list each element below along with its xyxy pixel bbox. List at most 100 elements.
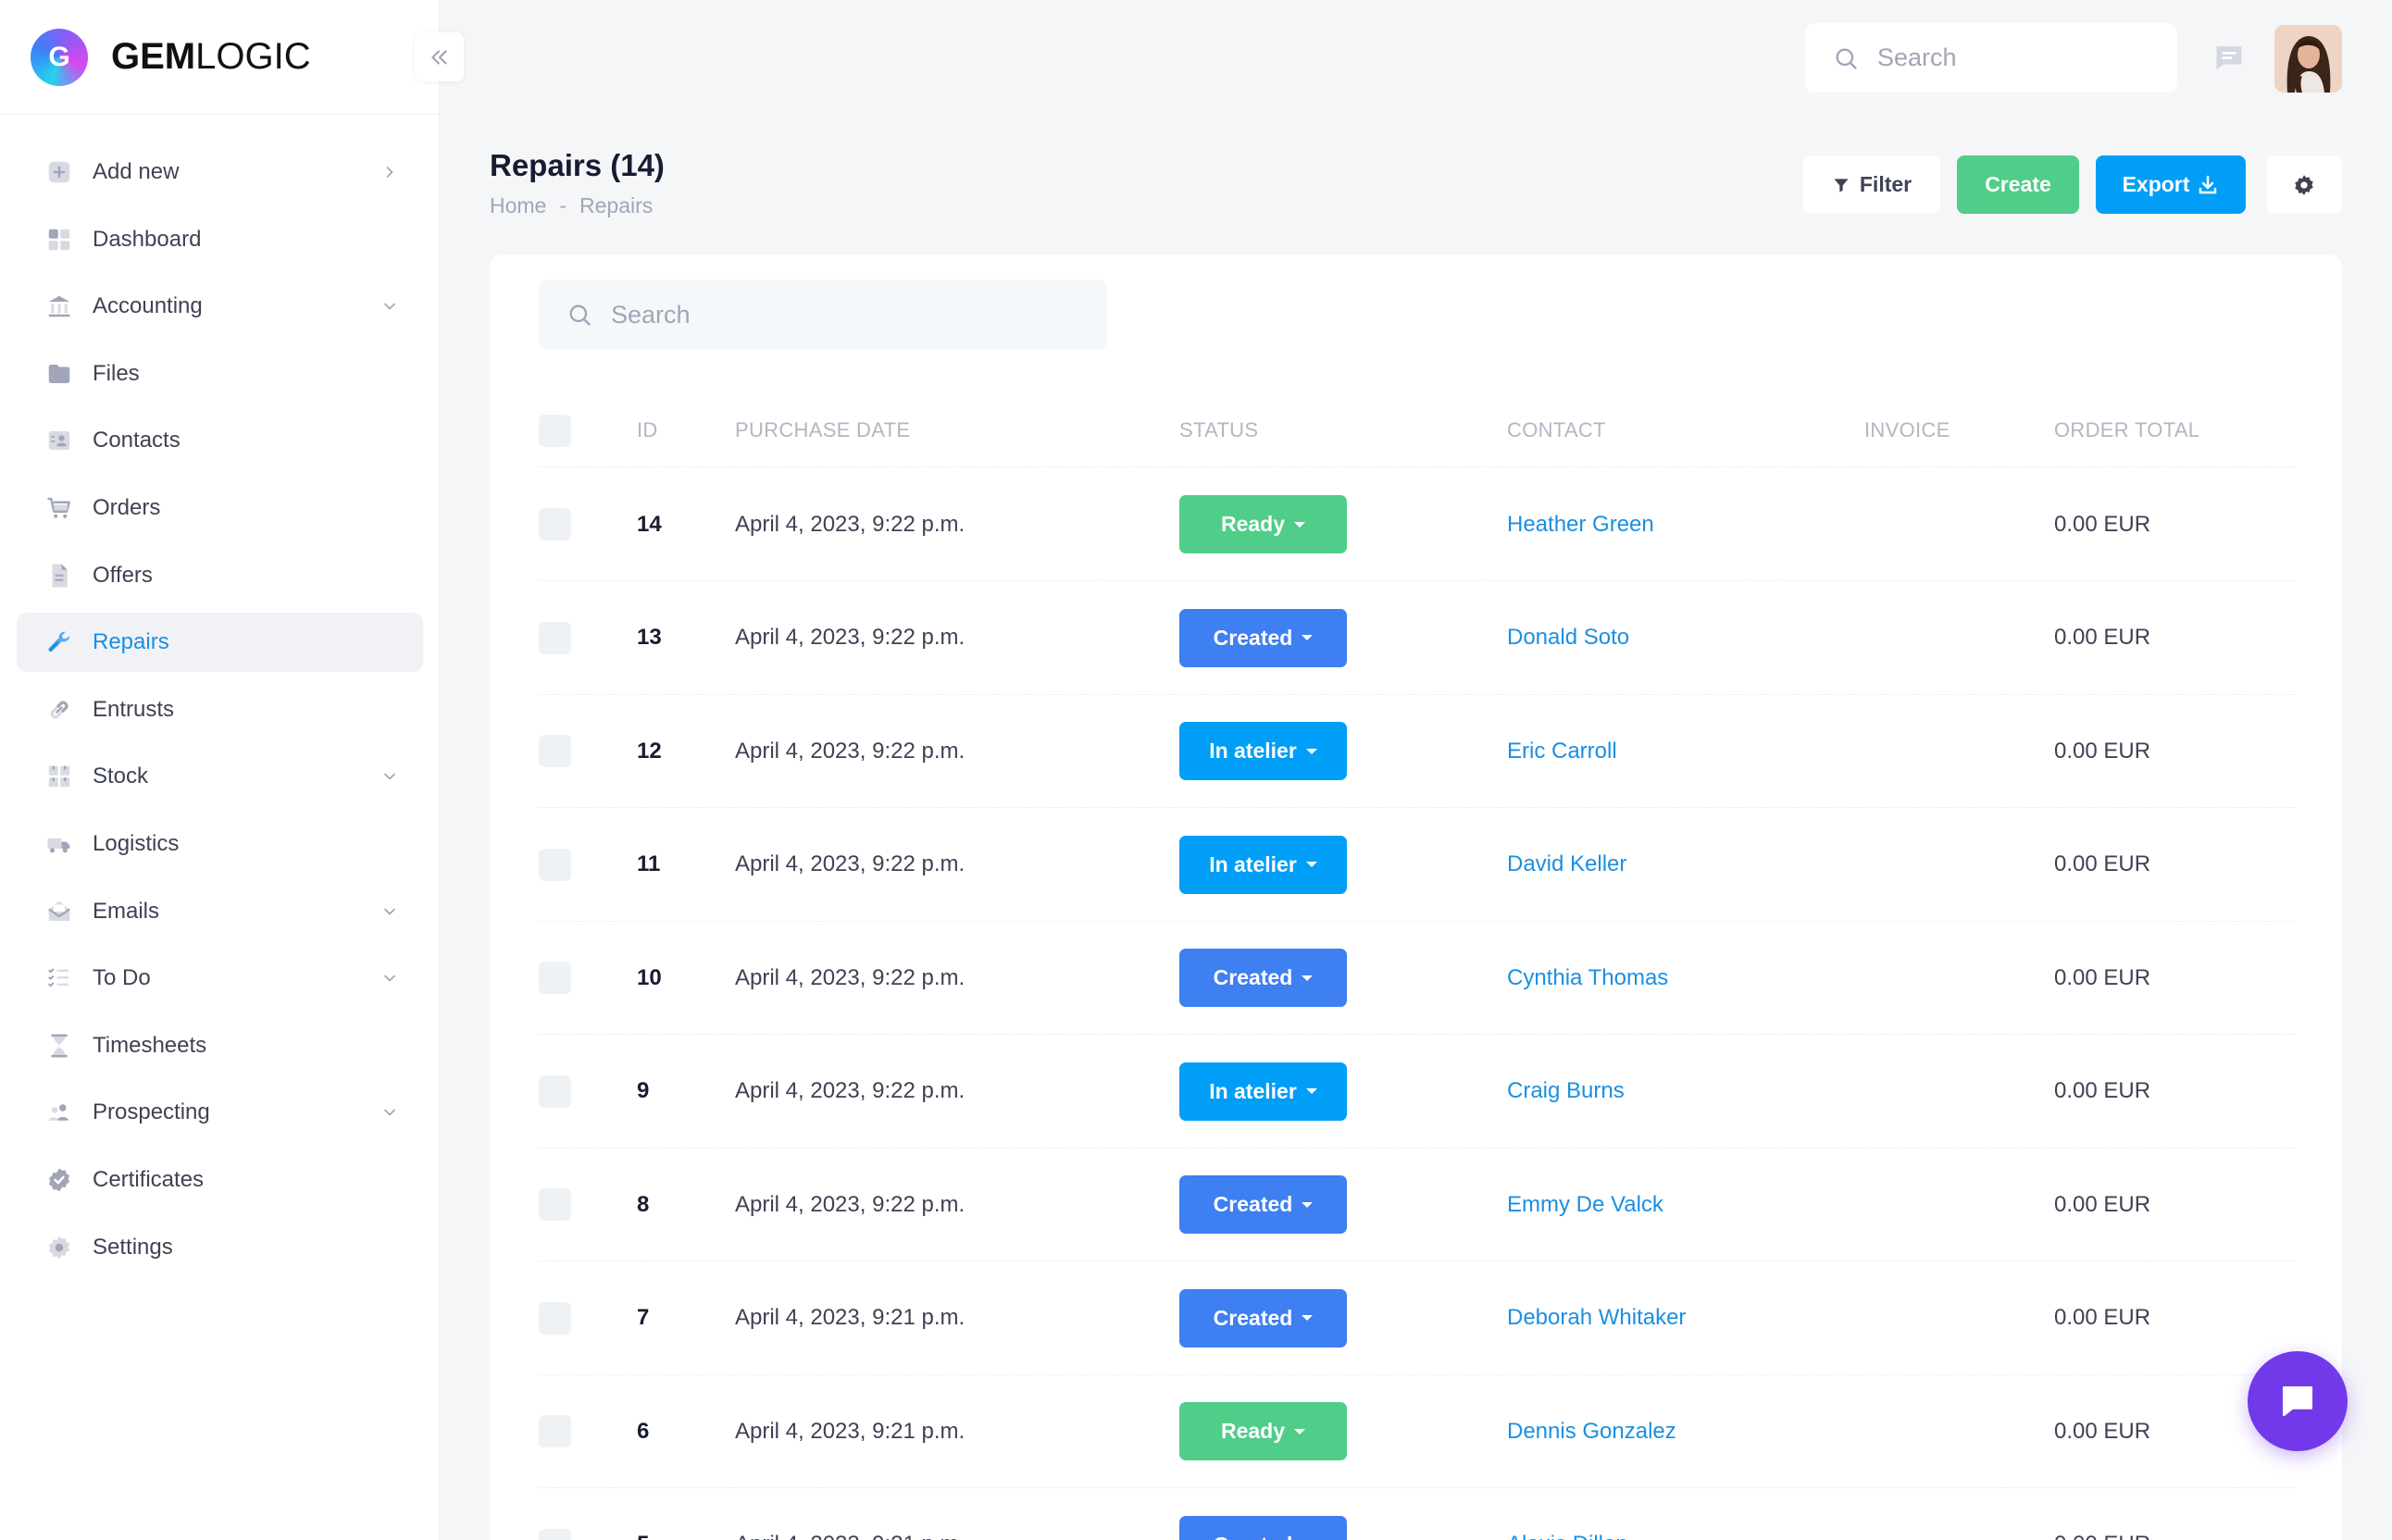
row-checkbox[interactable] bbox=[539, 1415, 571, 1447]
plus-square-icon bbox=[44, 157, 74, 187]
status-dropdown[interactable]: In atelier bbox=[1179, 1062, 1347, 1121]
collapse-sidebar-button[interactable] bbox=[415, 32, 464, 81]
chat-button[interactable] bbox=[2248, 1351, 2348, 1451]
contact-link[interactable]: Emmy De Valck bbox=[1507, 1148, 1663, 1261]
user-avatar[interactable] bbox=[2274, 25, 2342, 93]
sidebar-item-contacts[interactable]: Contacts bbox=[17, 411, 423, 470]
table-row[interactable]: 13 April 4, 2023, 9:22 p.m. Created Donald … bbox=[539, 581, 2295, 695]
contact-link[interactable]: Cynthia Thomas bbox=[1507, 921, 1668, 1035]
purchase-date: April 4, 2023, 9:22 p.m. bbox=[735, 511, 966, 537]
sidebar-item-to-do[interactable]: To Do bbox=[17, 949, 423, 1008]
status-dropdown[interactable]: In atelier bbox=[1179, 835, 1347, 894]
column-invoice[interactable]: INVOICE bbox=[1864, 393, 1950, 467]
row-checkbox[interactable] bbox=[539, 735, 571, 767]
sidebar-item-label: Certificates bbox=[93, 1166, 205, 1192]
sidebar-item-stock[interactable]: Stock bbox=[17, 747, 423, 806]
table-row[interactable]: 7 April 4, 2023, 9:21 p.m. Created Deborah … bbox=[539, 1261, 2295, 1375]
row-checkbox[interactable] bbox=[539, 508, 571, 540]
breadcrumb-separator: - bbox=[559, 193, 567, 217]
chevron-down-icon[interactable] bbox=[377, 293, 403, 319]
create-button[interactable]: Create bbox=[1957, 155, 2079, 214]
chevron-down-icon[interactable] bbox=[377, 965, 403, 991]
row-checkbox[interactable] bbox=[539, 1074, 571, 1108]
export-label: Export bbox=[2122, 172, 2190, 196]
column-purchase-date[interactable]: PURCHASE DATE bbox=[735, 393, 910, 467]
sidebar-item-offers[interactable]: Offers bbox=[17, 546, 423, 605]
status-dropdown[interactable]: Ready bbox=[1179, 495, 1347, 553]
sidebar-item-files[interactable]: Files bbox=[17, 344, 423, 404]
messages-button[interactable] bbox=[2212, 41, 2246, 74]
sidebar-item-dashboard[interactable]: Dashboard bbox=[17, 210, 423, 269]
sidebar-item-prospecting[interactable]: Prospecting bbox=[17, 1083, 423, 1142]
sidebar-item-emails[interactable]: Emails bbox=[17, 882, 423, 941]
purchase-date: April 4, 2023, 9:22 p.m. bbox=[735, 1191, 966, 1217]
row-checkbox[interactable] bbox=[539, 1188, 571, 1221]
chevron-down-icon[interactable] bbox=[377, 899, 403, 925]
chevron-right-icon[interactable] bbox=[377, 159, 403, 185]
global-search-input[interactable]: Search bbox=[1805, 23, 2177, 93]
document-icon bbox=[44, 561, 74, 590]
contact-link[interactable]: Dennis Gonzalez bbox=[1507, 1374, 1676, 1488]
sidebar-item-add-new[interactable]: Add new bbox=[17, 143, 423, 202]
gear-icon bbox=[44, 1233, 74, 1262]
table-row[interactable]: 10 April 4, 2023, 9:22 p.m. Created Cynthia… bbox=[539, 921, 2295, 1035]
brand[interactable]: G GEMLOGIC bbox=[0, 0, 439, 115]
select-all-checkbox[interactable] bbox=[539, 414, 571, 447]
contact-link[interactable]: Alexis Dillon bbox=[1507, 1488, 1628, 1540]
caret-down-icon bbox=[1302, 635, 1314, 640]
contact-link[interactable]: David Keller bbox=[1507, 808, 1626, 922]
table-row[interactable]: 5 April 4, 2023, 9:21 p.m. Created Alexis D… bbox=[539, 1488, 2295, 1540]
status-dropdown[interactable]: Created bbox=[1179, 1288, 1347, 1348]
row-checkbox[interactable] bbox=[539, 962, 571, 994]
table-row[interactable]: 9 April 4, 2023, 9:22 p.m. In atelier Craig… bbox=[539, 1035, 2295, 1149]
status-dropdown[interactable]: Created bbox=[1179, 1515, 1347, 1540]
table-row[interactable]: 11 April 4, 2023, 9:22 p.m. In atelier Davi… bbox=[539, 808, 2295, 922]
sidebar-item-accounting[interactable]: Accounting bbox=[17, 277, 423, 336]
sidebar-item-label: Settings bbox=[93, 1234, 173, 1260]
sidebar-item-entrusts[interactable]: Entrusts bbox=[17, 680, 423, 739]
search-icon bbox=[1836, 48, 1857, 69]
table-row[interactable]: 6 April 4, 2023, 9:21 p.m. Ready Dennis Gon… bbox=[539, 1374, 2295, 1488]
status-dropdown[interactable]: Created bbox=[1179, 608, 1347, 667]
column-status[interactable]: STATUS bbox=[1179, 393, 1258, 467]
sidebar-item-repairs[interactable]: Repairs bbox=[17, 613, 423, 673]
status-dropdown[interactable]: Created bbox=[1179, 1175, 1347, 1234]
sidebar-item-label: Emails bbox=[93, 898, 160, 924]
contact-link[interactable]: Craig Burns bbox=[1507, 1035, 1625, 1149]
sidebar-item-settings[interactable]: Settings bbox=[17, 1218, 423, 1277]
row-checkbox[interactable] bbox=[539, 1528, 571, 1540]
table-row[interactable]: 14 April 4, 2023, 9:22 p.m. Ready Heather G… bbox=[539, 467, 2295, 581]
export-button[interactable]: Export bbox=[2096, 155, 2246, 214]
settings-button[interactable] bbox=[2266, 155, 2342, 214]
sidebar-item-orders[interactable]: Orders bbox=[17, 478, 423, 538]
row-checkbox[interactable] bbox=[539, 848, 571, 881]
contact-link[interactable]: Deborah Whitaker bbox=[1507, 1261, 1686, 1375]
chevron-down-icon[interactable] bbox=[377, 764, 403, 789]
sidebar-item-label: Contacts bbox=[93, 428, 181, 453]
breadcrumb-home[interactable]: Home bbox=[490, 193, 546, 218]
status-dropdown[interactable]: Created bbox=[1179, 949, 1347, 1007]
contact-link[interactable]: Donald Soto bbox=[1507, 581, 1629, 695]
sidebar-item-timesheets[interactable]: Timesheets bbox=[17, 1016, 423, 1075]
checklist-icon bbox=[44, 963, 74, 993]
caret-down-icon bbox=[1305, 1088, 1317, 1094]
status-dropdown[interactable]: Ready bbox=[1179, 1402, 1347, 1460]
purchase-date: April 4, 2023, 9:22 p.m. bbox=[735, 738, 966, 764]
column-id[interactable]: ID bbox=[637, 393, 658, 467]
badge-check-icon bbox=[44, 1165, 74, 1195]
table-row[interactable]: 12 April 4, 2023, 9:22 p.m. In atelier Eric… bbox=[539, 694, 2295, 808]
column-order-total[interactable]: ORDER TOTAL bbox=[2054, 393, 2199, 467]
status-dropdown[interactable]: In atelier bbox=[1179, 722, 1347, 780]
contact-link[interactable]: Heather Green bbox=[1507, 467, 1654, 581]
column-contact[interactable]: CONTACT bbox=[1507, 393, 1606, 467]
table-search-input[interactable]: Search bbox=[539, 279, 1107, 350]
table-row[interactable]: 8 April 4, 2023, 9:22 p.m. Created Emmy De … bbox=[539, 1148, 2295, 1261]
row-checkbox[interactable] bbox=[539, 621, 571, 654]
sidebar-item-certificates[interactable]: Certificates bbox=[17, 1150, 423, 1210]
filter-button[interactable]: Filter bbox=[1803, 155, 1940, 214]
row-checkbox[interactable] bbox=[539, 1301, 571, 1335]
chevron-down-icon[interactable] bbox=[377, 1099, 403, 1125]
double-chevron-left-icon bbox=[430, 49, 447, 65]
sidebar-item-logistics[interactable]: Logistics bbox=[17, 814, 423, 874]
contact-link[interactable]: Eric Carroll bbox=[1507, 694, 1617, 808]
